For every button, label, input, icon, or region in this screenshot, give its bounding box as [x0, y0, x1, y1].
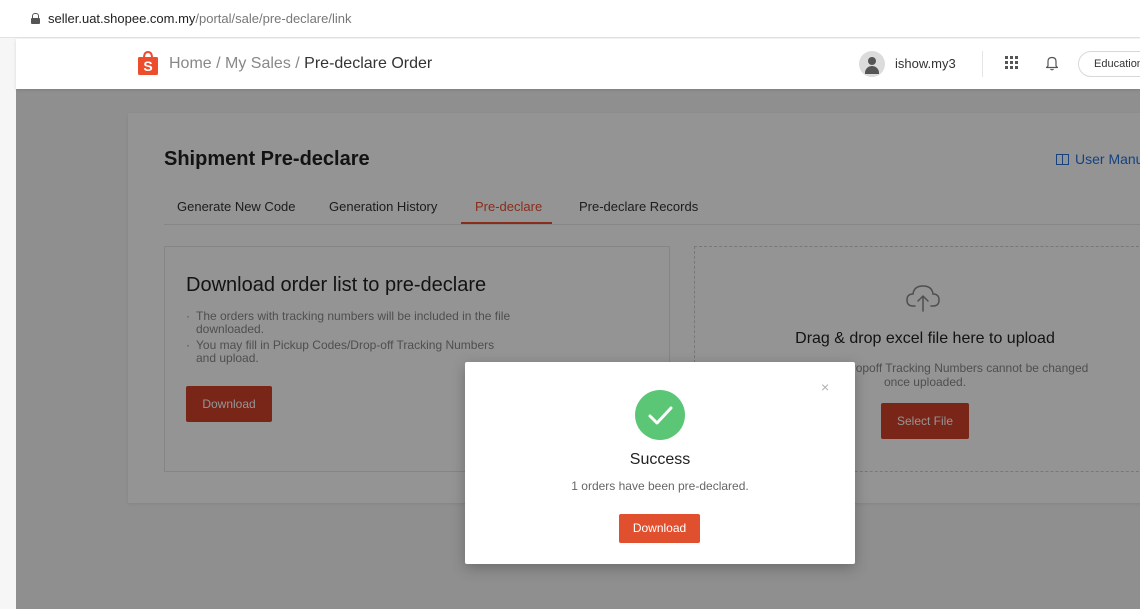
breadcrumb: Home / My Sales / Pre-declare Order	[169, 55, 432, 73]
success-check-icon	[635, 390, 685, 440]
svg-text:S: S	[143, 58, 152, 74]
username[interactable]: ishow.my3	[895, 56, 956, 71]
breadcrumb-separator: /	[211, 55, 226, 72]
modal-download-button[interactable]: Download	[619, 514, 700, 543]
breadcrumb-separator: /	[290, 55, 305, 72]
modal-message: 1 orders have been pre-declared.	[571, 479, 749, 493]
browser-url-bar[interactable]: seller.uat.shopee.com.my/portal/sale/pre…	[0, 0, 1140, 38]
app-header: S Home / My Sales / Pre-declare Order is…	[16, 39, 1140, 89]
success-modal: × Success 1 orders have been pre-declare…	[465, 362, 855, 564]
url-path: /portal/sale/pre-declare/link	[195, 11, 352, 26]
breadcrumb-current: Pre-declare Order	[304, 55, 433, 72]
apps-grid-icon[interactable]	[1005, 56, 1018, 69]
education-button[interactable]: Education	[1078, 51, 1140, 77]
shopee-logo-icon[interactable]: S	[137, 51, 159, 76]
avatar-icon[interactable]	[859, 51, 885, 77]
header-divider	[982, 51, 983, 77]
breadcrumb-my-sales[interactable]: My Sales	[225, 55, 291, 72]
breadcrumb-home[interactable]: Home	[169, 55, 212, 72]
modal-title: Success	[629, 451, 691, 468]
url-text[interactable]: seller.uat.shopee.com.my/portal/sale/pre…	[48, 11, 351, 26]
lock-icon	[31, 13, 40, 24]
url-domain: seller.uat.shopee.com.my	[48, 11, 196, 26]
bell-icon[interactable]	[1045, 55, 1059, 71]
close-icon[interactable]: ×	[821, 380, 829, 394]
